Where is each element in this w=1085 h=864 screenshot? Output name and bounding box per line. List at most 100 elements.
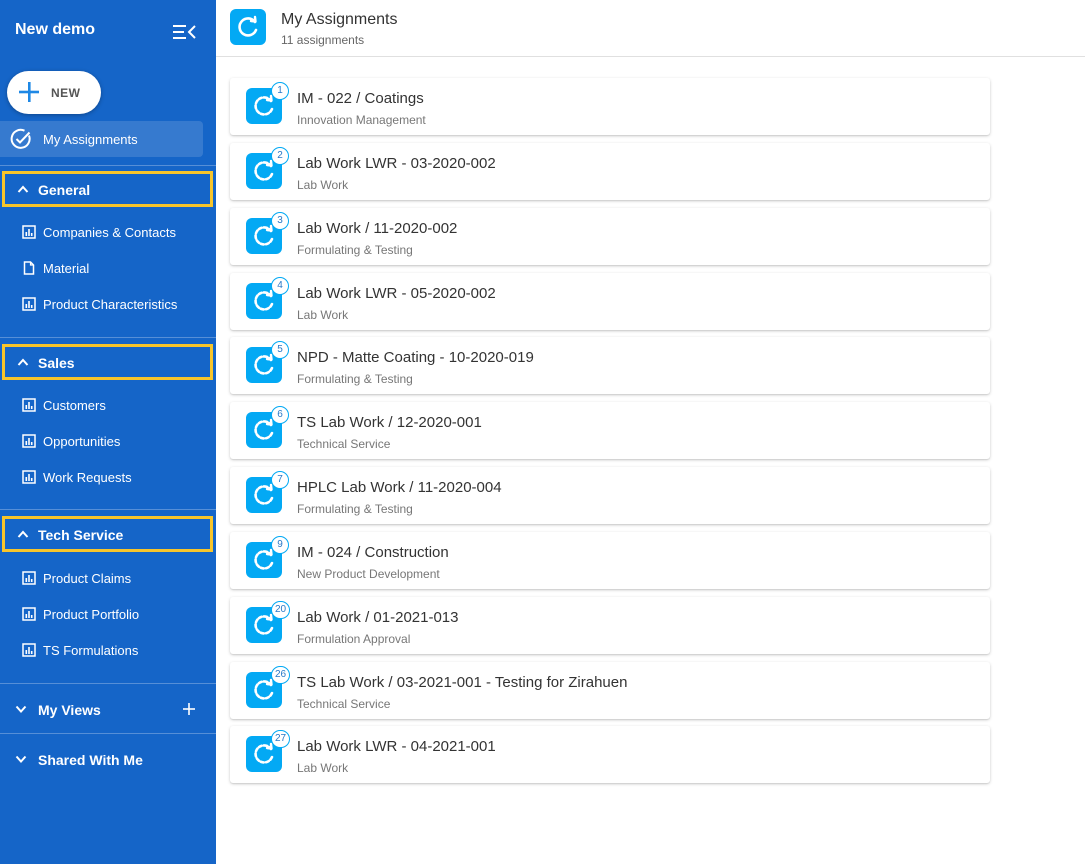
assignment-subtitle: Lab Work bbox=[297, 307, 349, 322]
assignment-title: HPLC Lab Work / 11-2020-004 bbox=[297, 479, 502, 497]
page-header: My Assignments 11 assignments bbox=[216, 0, 1085, 57]
section-my-views-header[interactable]: My Views bbox=[0, 691, 216, 727]
sidebar-divider bbox=[0, 337, 216, 338]
assignment-card[interactable]: 26 TS Lab Work / 03-2021-001 - Testing fo… bbox=[230, 661, 990, 719]
assignment-subtitle: Lab Work bbox=[297, 761, 349, 776]
assignment-card[interactable]: 5 NPD - Matte Coating - 10-2020-019 Formul… bbox=[230, 337, 990, 395]
assignment-title: Lab Work LWR - 03-2020-002 bbox=[297, 154, 496, 172]
sidebar-item-material[interactable]: Material bbox=[0, 253, 216, 283]
nav-my-assignments[interactable]: My Assignments bbox=[0, 121, 203, 157]
plus-icon bbox=[19, 82, 39, 102]
sidebar-item-label: Material bbox=[43, 261, 90, 276]
assignment-number-badge: 2 bbox=[271, 146, 289, 165]
assignment-card[interactable]: 9 IM - 024 / Construction New Product Deve… bbox=[230, 531, 990, 589]
assignment-number-badge: 20 bbox=[271, 600, 291, 619]
collapse-menu-icon[interactable] bbox=[170, 20, 198, 44]
assignments-logo-icon bbox=[230, 9, 266, 45]
sidebar-item-work-requests[interactable]: Work Requests bbox=[0, 462, 216, 492]
sidebar-item-customers[interactable]: Customers bbox=[0, 390, 216, 420]
assignment-number-badge: 1 bbox=[271, 82, 289, 100]
chart-icon bbox=[22, 571, 36, 585]
sidebar-item-ts-formulations[interactable]: TS Formulations bbox=[0, 635, 216, 665]
section-shared-with-me-header[interactable]: Shared With Me bbox=[0, 741, 216, 777]
assignment-number-badge: 26 bbox=[271, 665, 291, 684]
app-root: New demo NEW My Assignments General Comp… bbox=[0, 0, 1085, 864]
chart-icon bbox=[22, 225, 36, 239]
sidebar-item-label: Customers bbox=[43, 398, 106, 413]
assignment-subtitle: Technical Service bbox=[297, 437, 391, 452]
section-sales-label: Sales bbox=[38, 355, 75, 371]
assignment-number-badge: 9 bbox=[271, 535, 289, 554]
section-my-views-label: My Views bbox=[38, 702, 101, 718]
assignment-subtitle: Formulating & Testing bbox=[297, 372, 413, 387]
sidebar: New demo NEW My Assignments General Comp… bbox=[0, 0, 216, 864]
assignment-number-badge: 27 bbox=[271, 730, 291, 749]
sidebar-item-label: Work Requests bbox=[43, 470, 132, 485]
sidebar-item-companies-contacts[interactable]: Companies & Contacts bbox=[0, 217, 216, 247]
assignment-subtitle: New Product Development bbox=[297, 566, 440, 581]
assignment-subtitle: Technical Service bbox=[297, 696, 391, 711]
assignment-number-badge: 5 bbox=[271, 341, 289, 360]
chart-icon bbox=[22, 643, 36, 657]
assignment-title: TS Lab Work / 03-2021-001 - Testing for … bbox=[297, 673, 628, 691]
chevron-down-icon bbox=[15, 755, 27, 763]
assignment-card[interactable]: 4 Lab Work LWR - 05-2020-002 Lab Work bbox=[230, 272, 990, 330]
sidebar-item-product-portfolio[interactable]: Product Portfolio bbox=[0, 599, 216, 629]
chart-icon bbox=[22, 297, 36, 311]
chevron-up-icon bbox=[17, 358, 29, 366]
assignment-card[interactable]: 20 Lab Work / 01-2021-013 Formulation Appr… bbox=[230, 596, 990, 654]
sidebar-item-opportunities[interactable]: Opportunities bbox=[0, 426, 216, 456]
sidebar-divider bbox=[0, 165, 216, 166]
assignment-subtitle: Formulation Approval bbox=[297, 631, 411, 646]
section-general-header[interactable]: General bbox=[2, 171, 213, 207]
nav-my-assignments-label: My Assignments bbox=[43, 132, 138, 147]
new-button[interactable]: NEW bbox=[7, 71, 101, 114]
chart-icon bbox=[22, 434, 36, 448]
assignment-number-badge: 4 bbox=[271, 276, 289, 295]
sidebar-item-product-claims[interactable]: Product Claims bbox=[0, 563, 216, 593]
document-icon bbox=[23, 261, 35, 275]
chevron-up-icon bbox=[17, 530, 29, 538]
assignment-number-badge: 7 bbox=[271, 471, 289, 490]
assignment-card[interactable]: 6 TS Lab Work / 12-2020-001 Technical Serv… bbox=[230, 402, 990, 460]
assignment-card[interactable]: 2 Lab Work LWR - 03-2020-002 Lab Work bbox=[230, 142, 990, 200]
assignment-title: Lab Work LWR - 05-2020-002 bbox=[297, 284, 496, 302]
assignment-card[interactable]: 1 IM - 022 / Coatings Innovation Managemen… bbox=[230, 78, 990, 135]
chevron-down-icon bbox=[15, 705, 27, 713]
assignment-card[interactable]: 3 Lab Work / 11-2020-002 Formulating & Tes… bbox=[230, 207, 990, 265]
chart-icon bbox=[22, 398, 36, 412]
page-title: My Assignments bbox=[281, 11, 398, 28]
section-tech-service-label: Tech Service bbox=[38, 527, 124, 543]
section-sales-header[interactable]: Sales bbox=[2, 344, 213, 380]
section-shared-with-me-label: Shared With Me bbox=[38, 752, 143, 768]
add-view-icon[interactable] bbox=[181, 701, 197, 717]
sidebar-item-label: Companies & Contacts bbox=[43, 225, 176, 240]
assignment-list: 1 IM - 022 / Coatings Innovation Managemen… bbox=[230, 78, 990, 791]
chart-icon bbox=[22, 470, 36, 484]
section-tech-service-header[interactable]: Tech Service bbox=[2, 516, 213, 552]
sidebar-item-label: Opportunities bbox=[43, 434, 121, 449]
assignment-title: Lab Work / 11-2020-002 bbox=[297, 219, 458, 237]
assignment-number-badge: 3 bbox=[271, 211, 289, 230]
check-circle-icon bbox=[10, 128, 31, 149]
assignment-title: TS Lab Work / 12-2020-001 bbox=[297, 414, 482, 432]
sidebar-item-label: Product Portfolio bbox=[43, 607, 140, 622]
app-title: New demo bbox=[15, 21, 96, 38]
sidebar-item-product-characteristics[interactable]: Product Characteristics bbox=[0, 289, 216, 319]
assignment-subtitle: Innovation Management bbox=[297, 113, 426, 127]
assignment-card[interactable]: 27 Lab Work LWR - 04-2021-001 Lab Work bbox=[230, 726, 990, 784]
assignment-card[interactable]: 7 HPLC Lab Work / 11-2020-004 Formulating … bbox=[230, 467, 990, 525]
assignment-title: Lab Work / 01-2021-013 bbox=[297, 608, 459, 626]
sidebar-item-label: Product Characteristics bbox=[43, 297, 178, 312]
assignment-title: NPD - Matte Coating - 10-2020-019 bbox=[297, 349, 534, 367]
sidebar-item-label: Product Claims bbox=[43, 571, 132, 586]
assignment-title: IM - 024 / Construction bbox=[297, 543, 449, 561]
sidebar-header: New demo bbox=[0, 0, 216, 64]
chart-icon bbox=[22, 607, 36, 621]
assignment-title: IM - 022 / Coatings bbox=[297, 90, 424, 107]
assignment-subtitle: Formulating & Testing bbox=[297, 242, 413, 257]
chevron-up-icon bbox=[17, 185, 29, 193]
new-button-label: NEW bbox=[51, 86, 81, 100]
assignment-number-badge: 6 bbox=[271, 406, 289, 425]
sidebar-divider bbox=[0, 683, 216, 684]
